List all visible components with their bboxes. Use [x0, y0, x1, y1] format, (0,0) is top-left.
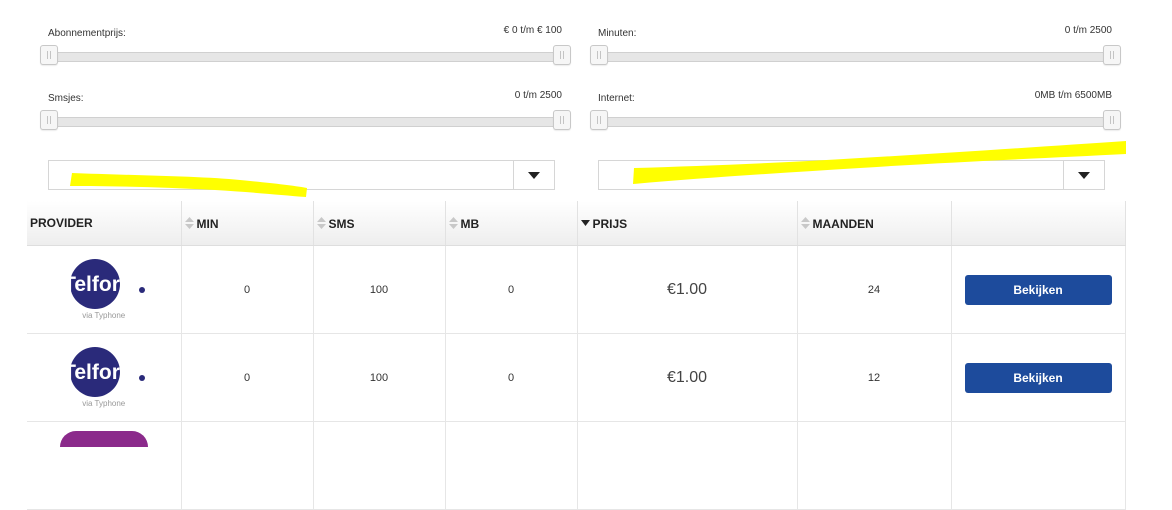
mb-cell: 0: [445, 333, 578, 422]
logo-text: Telfort: [63, 273, 127, 296]
sort-desc-icon: [580, 219, 590, 226]
results-table: PROVIDER MIN SMS MB PRIJS MAANDEN Telfor…: [27, 201, 1126, 510]
col-sms-header[interactable]: SMS: [313, 201, 446, 246]
provider-cell: Telfort via Typhone: [27, 333, 182, 422]
col-mb-header[interactable]: MB: [445, 201, 578, 246]
sms-cell: 100: [313, 333, 446, 422]
table-row: Telfort via Typhone 0 100 0 €1.00 12 Bek…: [27, 333, 1126, 422]
provider-cell: Telfort via Typhone: [27, 245, 182, 334]
sms-cell: 100: [313, 245, 446, 334]
view-button[interactable]: Bekijken: [964, 362, 1112, 393]
col-min-header[interactable]: MIN: [181, 201, 314, 246]
col-provider-header: PROVIDER: [27, 201, 182, 246]
via-label: via Typhone: [82, 399, 126, 408]
logo-text: Telfort: [63, 361, 127, 384]
action-cell: Bekijken: [951, 333, 1126, 422]
action-cell: Bekijken: [951, 245, 1126, 334]
sort-icon: [316, 216, 326, 229]
telfort-logo: Telfort: [63, 259, 145, 309]
months-cell: 12: [797, 333, 952, 422]
min-cell: 0: [181, 245, 314, 334]
table-header-row: PROVIDER MIN SMS MB PRIJS MAANDEN: [27, 201, 1126, 246]
col-action-header: [951, 201, 1126, 246]
via-label: via Typhone: [82, 311, 126, 320]
col-months-header[interactable]: MAANDEN: [797, 201, 952, 246]
sort-icon: [184, 216, 194, 229]
table-row: Telfort via Typhone 0 100 0 €1.00 24 Bek…: [27, 245, 1126, 334]
months-cell: 24: [797, 245, 952, 334]
sort-icon: [800, 216, 810, 229]
mb-cell: 0: [445, 245, 578, 334]
view-button[interactable]: Bekijken: [964, 274, 1112, 305]
min-cell: 0: [181, 333, 314, 422]
col-price-header[interactable]: PRIJS: [577, 201, 798, 246]
provider-logo-partial: [59, 431, 148, 447]
left-highlight-stroke: [70, 173, 307, 197]
right-highlight-stroke: [633, 141, 1126, 184]
price-cell: €1.00: [577, 333, 798, 422]
sort-icon: [448, 216, 458, 229]
telfort-logo: Telfort: [63, 347, 145, 397]
price-cell: €1.00: [577, 245, 798, 334]
